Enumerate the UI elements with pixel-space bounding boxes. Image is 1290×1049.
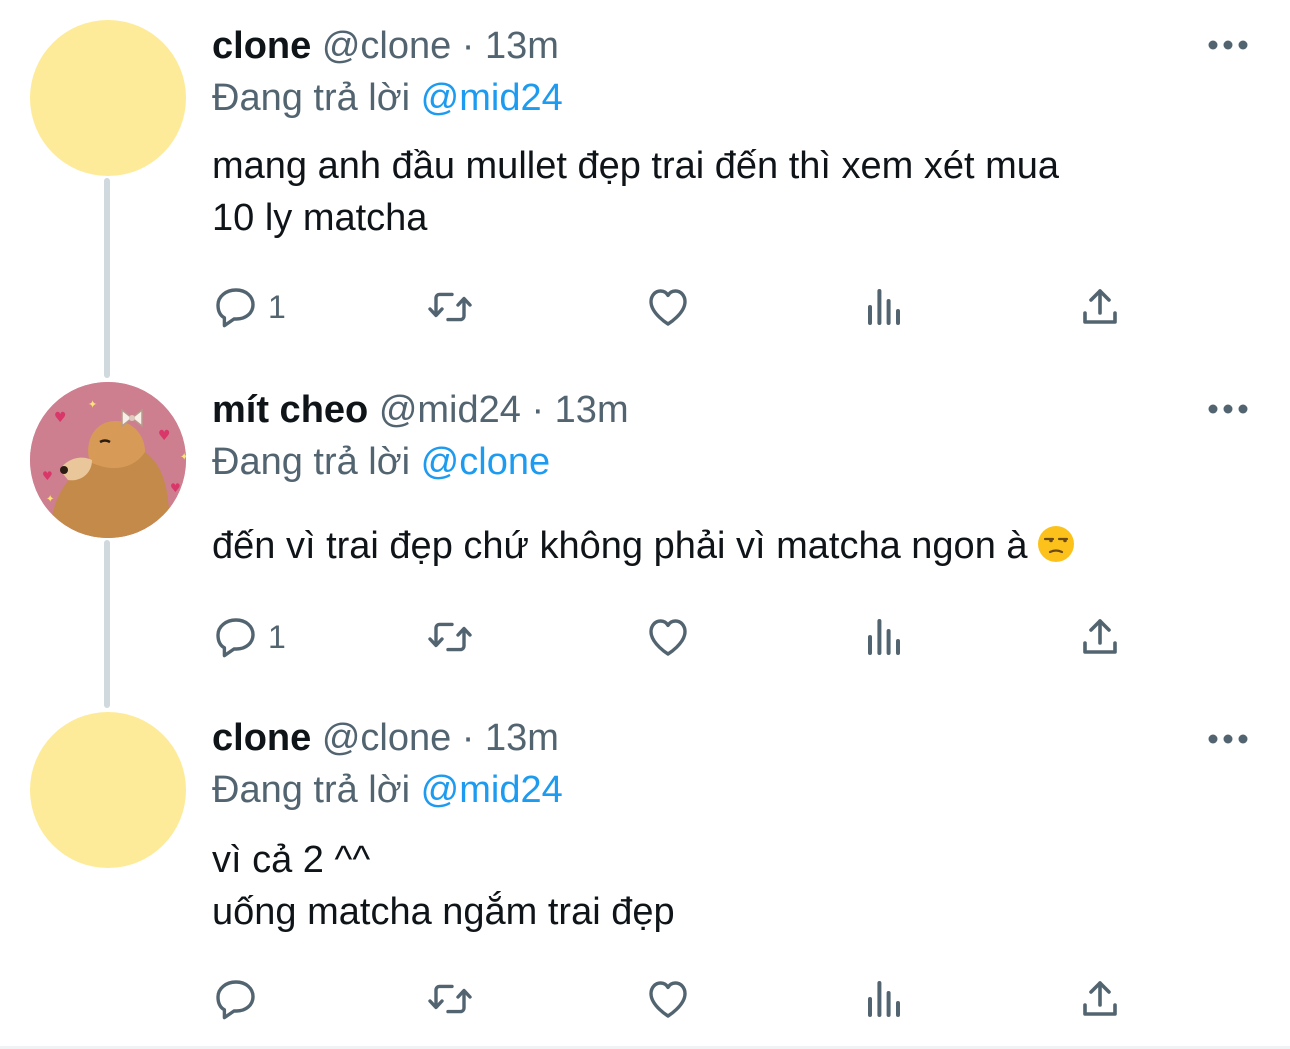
svg-text:✦: ✦: [180, 452, 186, 463]
svg-text:✦: ✦: [88, 398, 97, 411]
tweet-text: mang anh đầu mullet đẹp trai đến thì xem…: [212, 140, 1252, 244]
reply-prefix: Đang trả lời: [212, 77, 411, 119]
heart-icon: [649, 619, 687, 656]
retweet-button[interactable]: [426, 282, 474, 332]
tweet[interactable]: clone @clone · 13m Đang trả lời @mid24 m…: [0, 0, 1290, 360]
svg-text:♥: ♥: [170, 481, 181, 495]
tweet-header: mít cheo @mid24 · 13m: [212, 388, 629, 432]
more-button[interactable]: [1206, 394, 1250, 424]
share-icon: [1083, 981, 1117, 1016]
tweet-text-line: đến vì trai đẹp chứ không phải vì matcha…: [212, 525, 1028, 567]
tweet-actions: [212, 974, 1152, 1024]
tweet-header: clone @clone · 13m: [212, 716, 559, 760]
retweet-button[interactable]: [426, 612, 474, 662]
svg-text:♥: ♥: [42, 469, 53, 483]
more-icon: [1208, 404, 1248, 414]
like-button[interactable]: [644, 282, 692, 332]
more-button[interactable]: [1206, 724, 1250, 754]
tweet[interactable]: clone @clone · 13m Đang trả lời @mid24 v…: [0, 694, 1290, 1046]
tweet-header: clone @clone · 13m: [212, 24, 559, 68]
more-icon: [1208, 734, 1248, 744]
avatar[interactable]: [30, 20, 186, 176]
unamused-face-icon: [1037, 526, 1074, 562]
avatar-image: ♥ ♥ ♥ ♥ ✦ ✦ ✦: [30, 382, 186, 538]
share-icon: [1083, 289, 1117, 324]
more-button[interactable]: [1206, 30, 1250, 60]
user-name[interactable]: clone: [212, 25, 311, 67]
analytics-icon: [868, 619, 900, 655]
avatar[interactable]: ♥ ♥ ♥ ♥ ✦ ✦ ✦: [30, 382, 186, 538]
timestamp[interactable]: 13m: [555, 389, 629, 431]
share-button[interactable]: [1076, 612, 1124, 662]
reply-icon: [216, 288, 255, 328]
mention-link[interactable]: @mid24: [421, 769, 563, 811]
replying-to: Đang trả lời @clone: [212, 440, 550, 484]
like-button[interactable]: [644, 974, 692, 1024]
share-button[interactable]: [1076, 282, 1124, 332]
user-handle[interactable]: @clone: [322, 717, 451, 759]
views-button[interactable]: [860, 612, 908, 662]
reply-prefix: Đang trả lời: [212, 769, 411, 811]
user-handle[interactable]: @clone: [322, 25, 451, 67]
svg-text:♥: ♥: [158, 428, 171, 444]
retweet-icon: [428, 622, 472, 652]
reply-count: 1: [268, 618, 286, 655]
avatar[interactable]: [30, 712, 186, 868]
views-button[interactable]: [860, 282, 908, 332]
user-name[interactable]: clone: [212, 717, 311, 759]
retweet-button[interactable]: [426, 974, 474, 1024]
svg-text:✦: ✦: [46, 494, 54, 505]
separator: ·: [461, 25, 475, 67]
views-button[interactable]: [860, 974, 908, 1024]
share-icon: [1083, 619, 1117, 654]
tweet-text-line: vì cả 2 ^^: [212, 839, 371, 881]
reply-button[interactable]: 1: [212, 282, 286, 332]
heart-icon: [649, 981, 687, 1018]
reply-count: 1: [268, 288, 286, 325]
timestamp[interactable]: 13m: [485, 717, 559, 759]
retweet-icon: [428, 292, 472, 322]
user-name[interactable]: mít cheo: [212, 389, 368, 431]
tweet-text: đến vì trai đẹp chứ không phải vì matcha…: [212, 520, 1252, 572]
like-button[interactable]: [644, 612, 692, 662]
analytics-icon: [868, 289, 900, 325]
reply-prefix: Đang trả lời: [212, 441, 411, 483]
mention-link[interactable]: @clone: [421, 441, 550, 483]
replying-to: Đang trả lời @mid24: [212, 76, 563, 120]
reply-button[interactable]: [212, 974, 268, 1024]
tweet-text-line: mang anh đầu mullet đẹp trai đến thì xem…: [212, 145, 1060, 187]
separator: ·: [531, 389, 545, 431]
reply-icon: [216, 618, 255, 658]
tweet[interactable]: ♥ ♥ ♥ ♥ ✦ ✦ ✦ mít cheo @mid24 · 13m Đang…: [0, 364, 1290, 694]
replying-to: Đang trả lời @mid24: [212, 768, 563, 812]
timestamp[interactable]: 13m: [485, 25, 559, 67]
reply-icon: [216, 980, 255, 1020]
tweet-actions: 1: [212, 282, 1152, 332]
more-icon: [1208, 40, 1248, 50]
retweet-icon: [428, 984, 472, 1014]
share-button[interactable]: [1076, 974, 1124, 1024]
tweet-actions: 1: [212, 612, 1152, 662]
heart-icon: [649, 289, 687, 326]
reply-button[interactable]: 1: [212, 612, 286, 662]
tweet-text-line: 10 ly matcha: [212, 197, 428, 239]
separator: ·: [461, 717, 475, 759]
tweet-text-line: uống matcha ngắm trai đẹp: [212, 891, 675, 933]
svg-text:♥: ♥: [54, 410, 67, 426]
analytics-icon: [868, 981, 900, 1017]
tweet-text: vì cả 2 ^^ uống matcha ngắm trai đẹp: [212, 834, 1252, 938]
user-handle[interactable]: @mid24: [379, 389, 521, 431]
mention-link[interactable]: @mid24: [421, 77, 563, 119]
